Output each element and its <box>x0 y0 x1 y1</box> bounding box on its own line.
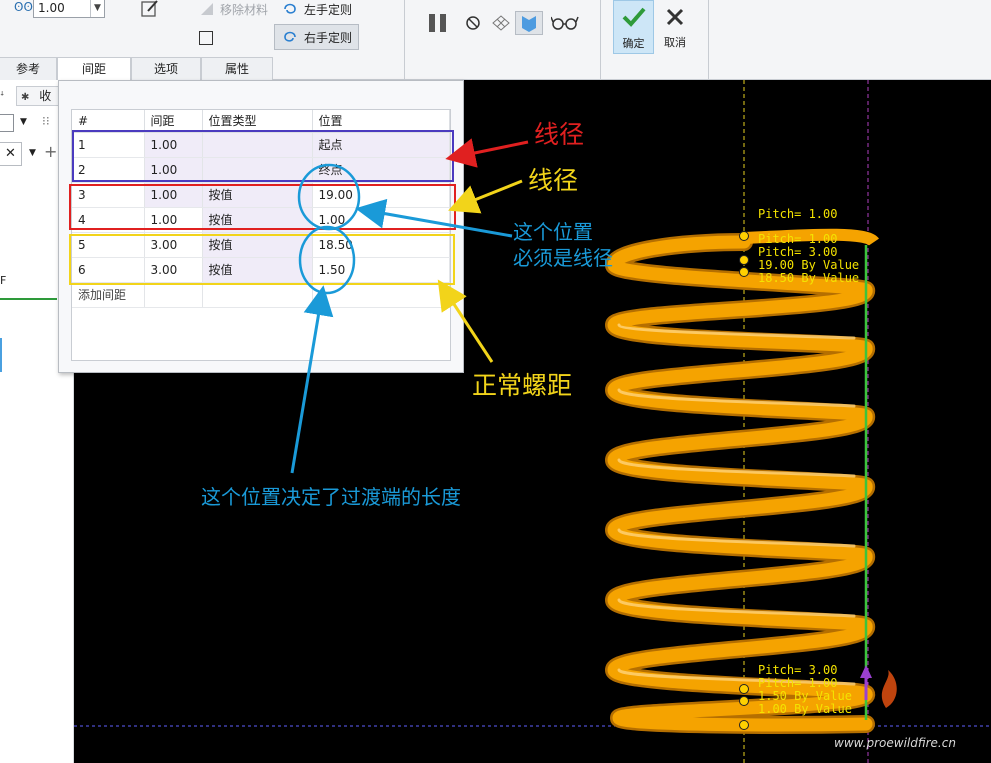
search-field[interactable]: ✕ <box>0 142 22 166</box>
close-icon <box>666 8 684 26</box>
add-icon[interactable]: + <box>44 142 57 161</box>
ribbon: ʘʘ 1.00 ▼ 移除材料 左手定则 右手定则 确定 取消 参考 间距 选项 … <box>0 0 991 80</box>
tree-arrow-icon[interactable]: ꜜ <box>0 89 4 102</box>
tab-options[interactable]: 选项 <box>131 57 201 80</box>
sketch-icon[interactable] <box>140 0 160 21</box>
column-header-index: # <box>72 110 145 133</box>
remove-material-button[interactable]: 移除材料 <box>192 0 275 22</box>
star-icon: ✱ <box>21 92 30 103</box>
position-label: 1.00 By Value <box>758 702 852 716</box>
pause-icon[interactable] <box>426 12 450 37</box>
glasses-icon[interactable] <box>550 14 579 35</box>
filter-icon[interactable]: ⁝⁝ <box>42 114 50 128</box>
preview-solid-icon[interactable] <box>515 11 543 35</box>
annotation-wire-diameter-red: 线径 <box>534 120 585 149</box>
chevron-down-icon[interactable]: ▼ <box>90 0 104 17</box>
pitch-label: Pitch= 1.00 <box>758 207 838 221</box>
ok-button[interactable]: 确定 <box>613 0 654 54</box>
annotation-position-note-2: 必须是线径 <box>513 246 613 270</box>
watermark-url: www.proewildfire.cn <box>834 736 956 750</box>
ribbon-divider <box>600 0 601 80</box>
pitch-labels-top: Pitch= 1.00 Pitch= 1.00 Pitch= 3.00 19.0… <box>758 208 859 285</box>
pitch-labels-bottom: Pitch= 3.00 Pitch= 1.00 1.50 By Value 1.… <box>758 664 852 716</box>
chevron-down-icon[interactable]: ▼ <box>29 148 36 158</box>
chevron-down-icon[interactable]: ▼ <box>20 117 27 127</box>
annotation-position-note-1: 这个位置 <box>513 220 593 244</box>
annotation-wire-diameter-yellow: 线径 <box>528 166 579 195</box>
tab-spacing[interactable]: 间距 <box>57 57 131 80</box>
tree-marker <box>0 338 2 372</box>
list-icon[interactable] <box>0 114 14 132</box>
ribbon-divider <box>708 0 709 80</box>
annotation-box-purple <box>72 130 454 182</box>
checkmark-icon <box>622 7 646 27</box>
annotation-normal-pitch: 正常螺距 <box>472 371 573 400</box>
annotation-box-yellow <box>69 234 455 285</box>
progress-line <box>0 298 57 300</box>
column-header-pitch: 间距 <box>144 110 203 133</box>
feature-letter: F <box>0 274 7 287</box>
tab-references[interactable]: 参考 <box>0 57 57 80</box>
preview-outline-icon[interactable] <box>491 13 511 36</box>
add-spacing-link[interactable]: 添加间距 <box>72 282 145 308</box>
left-handed-button[interactable]: 左手定则 <box>274 0 359 22</box>
tab-properties[interactable]: 属性 <box>201 57 273 80</box>
position-label: 18.50 By Value <box>758 271 860 285</box>
column-header-location-type: 位置类型 <box>202 110 313 133</box>
add-spacing-row[interactable]: 添加间距 <box>72 282 450 308</box>
column-header-location: 位置 <box>312 110 450 133</box>
left-hand-spiral-icon <box>284 3 296 14</box>
annotation-box-red <box>69 184 456 230</box>
cancel-button[interactable]: 取消 <box>656 0 694 54</box>
pitch-input-value: 1.00 <box>38 1 65 15</box>
ribbon-divider <box>404 0 405 80</box>
square-icon[interactable] <box>199 31 213 45</box>
right-handed-button[interactable]: 右手定则 <box>274 24 360 50</box>
right-hand-spiral-icon <box>284 31 296 42</box>
pitch-icon: ʘʘ <box>14 0 33 14</box>
pitch-input[interactable]: 1.00 ▼ <box>33 0 105 18</box>
annotation-transition-note: 这个位置决定了过渡端的长度 <box>201 485 461 509</box>
remove-material-icon <box>201 3 213 15</box>
favorites-tab[interactable]: ✱ 收 <box>16 86 61 106</box>
table-header-row: # 间距 位置类型 位置 <box>72 110 450 133</box>
no-preview-icon[interactable] <box>465 15 481 34</box>
